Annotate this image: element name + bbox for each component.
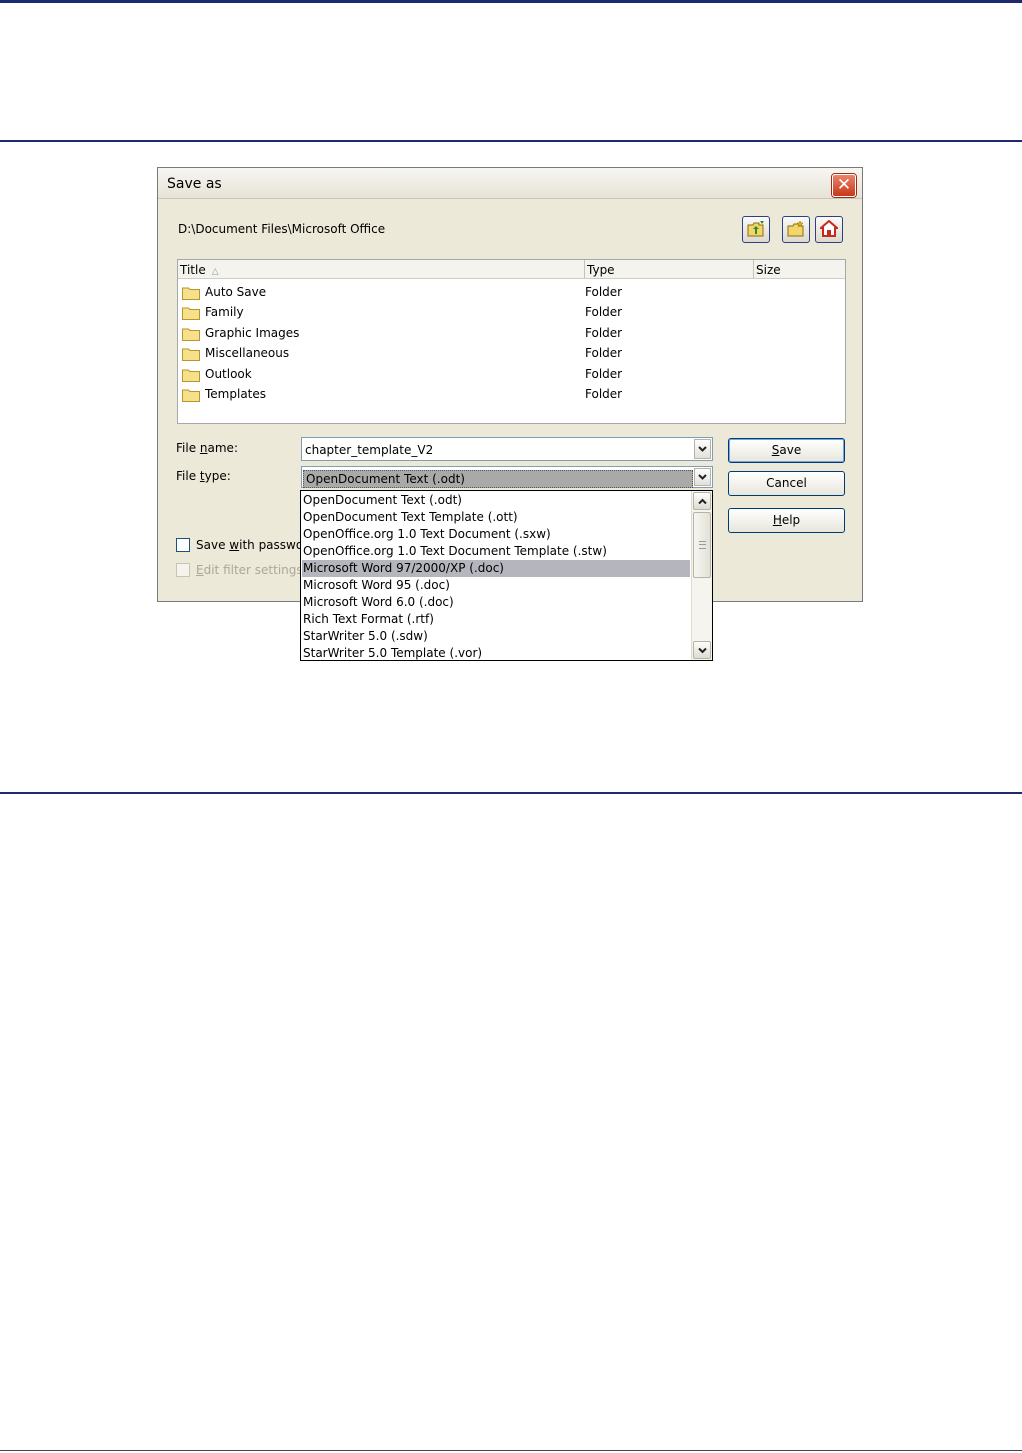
folder-up-icon <box>747 221 764 237</box>
save-with-password-label: Save with passwo <box>196 538 301 552</box>
home-icon <box>820 220 838 237</box>
close-icon: ✕ <box>836 175 852 195</box>
file-type-option[interactable]: OpenOffice.org 1.0 Text Document Templat… <box>302 543 690 560</box>
file-name-input[interactable]: chapter_template_V2 <box>305 443 433 457</box>
new-folder-icon <box>787 220 804 237</box>
file-type-option[interactable]: StarWriter 5.0 Template (.vor) <box>302 645 690 662</box>
dialog-title: Save as <box>167 176 222 192</box>
grip-icon <box>699 541 706 549</box>
header-rule <box>0 140 1022 142</box>
file-row[interactable]: Outlook Folder <box>178 364 845 384</box>
scroll-down-button[interactable] <box>693 641 711 659</box>
folder-icon <box>182 287 200 300</box>
edit-filter-settings-label: Edit filter settings <box>196 563 301 577</box>
file-type-label: File type: <box>176 469 231 483</box>
file-type-option[interactable]: Microsoft Word 6.0 (.doc) <box>302 594 690 611</box>
dropdown-scrollbar[interactable] <box>691 491 712 660</box>
chevron-down-icon <box>698 446 707 452</box>
file-name: Outlook <box>205 367 252 381</box>
cancel-button[interactable]: Cancel <box>728 471 845 496</box>
folder-icon <box>182 389 200 402</box>
file-type: Folder <box>585 346 623 360</box>
scroll-thumb[interactable] <box>693 512 711 578</box>
scroll-up-button[interactable] <box>693 492 711 510</box>
file-type-option[interactable]: OpenDocument Text Template (.ott) <box>302 509 690 526</box>
folder-icon <box>182 348 200 361</box>
file-type: Folder <box>585 387 623 401</box>
file-type-dropdown-button[interactable] <box>694 468 711 486</box>
file-type-option[interactable]: StarWriter 5.0 (.sdw) <box>302 628 690 645</box>
file-type-dropdown-list[interactable]: OpenDocument Text (.odt) OpenDocument Te… <box>300 490 713 661</box>
new-folder-button[interactable] <box>782 216 810 243</box>
file-row[interactable]: Family Folder <box>178 302 845 322</box>
chevron-up-icon <box>698 498 707 505</box>
footer-rule <box>0 1450 1022 1451</box>
file-name-dropdown-button[interactable] <box>694 439 711 459</box>
file-type-option[interactable]: Rich Text Format (.rtf) <box>302 611 690 628</box>
file-type-selected: OpenDocument Text (.odt) <box>303 470 693 488</box>
file-type: Folder <box>585 367 623 381</box>
column-header-type[interactable]: Type <box>585 260 754 279</box>
folder-icon <box>182 369 200 382</box>
file-type-combobox[interactable]: OpenDocument Text (.odt) <box>301 466 713 488</box>
current-path: D:\Document Files\Microsoft Office <box>178 222 386 236</box>
file-type: Folder <box>585 305 623 319</box>
file-type-option[interactable]: OpenDocument Text (.odt) <box>302 492 690 509</box>
file-row[interactable]: Graphic Images Folder <box>178 323 845 343</box>
column-header-size[interactable]: Size <box>754 260 845 279</box>
file-name: Family <box>205 305 244 319</box>
column-header-title[interactable]: Title △ <box>178 260 585 279</box>
file-type-option[interactable]: OpenOffice.org 1.0 Text Document (.sxw) <box>302 526 690 543</box>
top-rule <box>0 0 1022 3</box>
file-name: Graphic Images <box>205 326 300 340</box>
file-type: Folder <box>585 326 623 340</box>
folder-icon <box>182 307 200 320</box>
edit-filter-settings-checkbox <box>176 563 190 577</box>
file-row[interactable]: Templates Folder <box>178 384 845 404</box>
help-button[interactable]: Help <box>728 508 845 533</box>
file-type-option[interactable]: Microsoft Word 95 (.doc) <box>302 577 690 594</box>
file-type: Folder <box>585 285 623 299</box>
file-list[interactable]: Title △ Type Size Auto Save Folder Family… <box>177 259 846 424</box>
file-name-combobox[interactable]: chapter_template_V2 <box>301 437 713 461</box>
sort-ascending-icon: △ <box>211 267 219 277</box>
file-name: Miscellaneous <box>205 346 290 360</box>
file-row[interactable]: Miscellaneous Folder <box>178 343 845 363</box>
folder-icon <box>182 328 200 341</box>
file-row[interactable]: Auto Save Folder <box>178 282 845 302</box>
chevron-down-icon <box>698 647 707 654</box>
section-rule <box>0 792 1022 794</box>
folder-up-button[interactable] <box>742 216 770 243</box>
save-with-password-checkbox[interactable] <box>176 538 190 552</box>
file-type-option-selected[interactable]: Microsoft Word 97/2000/XP (.doc) <box>302 560 690 577</box>
close-button[interactable]: ✕ <box>832 174 856 197</box>
home-button[interactable] <box>815 216 843 243</box>
save-button[interactable]: Save <box>728 438 845 463</box>
file-name-label: File name: <box>176 441 238 455</box>
dialog-titlebar[interactable]: Save as ✕ <box>158 168 862 199</box>
chevron-down-icon <box>698 474 707 480</box>
file-name: Auto Save <box>205 285 267 299</box>
file-name: Templates <box>205 387 267 401</box>
